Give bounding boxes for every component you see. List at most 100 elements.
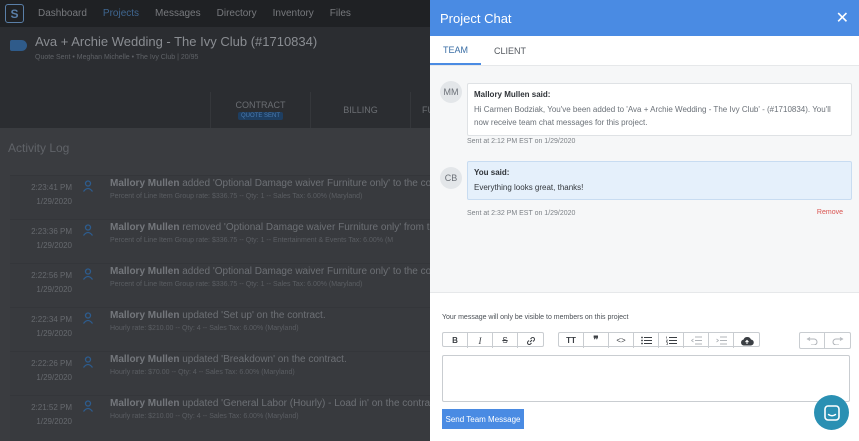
log-message: Mallory Mullen removed 'Optional Damage …	[110, 222, 435, 233]
activity-section: Activity Log 2:23:41 PM 1/29/2020 Mallor…	[0, 128, 435, 441]
nav-dashboard[interactable]: Dashboard	[38, 8, 87, 19]
log-detail: Percent of Line Item Group rate: $336.75…	[110, 281, 363, 288]
redo-button[interactable]	[825, 333, 850, 348]
message-list: MM Mallory Mullen said: Hi Carmen Bodzia…	[430, 66, 859, 292]
nav-messages[interactable]: Messages	[155, 8, 201, 19]
quote-button[interactable]: ❞	[584, 333, 609, 348]
editor-toolbar: B I S TT ❞ <>	[442, 332, 774, 348]
chat-support-button[interactable]	[814, 395, 849, 430]
log-time: 2:22:26 PM	[31, 359, 72, 368]
log-date: 1/29/2020	[36, 285, 72, 294]
log-action: added 'Optional Damage waiver Furniture …	[182, 266, 432, 277]
log-date: 1/29/2020	[36, 241, 72, 250]
project-header: Ava + Archie Wedding - The Ivy Club (#17…	[0, 27, 439, 128]
heading-button[interactable]: TT	[559, 333, 584, 348]
log-detail: Hourly rate: $210.00 -- Qty: 4 -- Sales …	[110, 413, 299, 420]
message-composer: Your message will only be visible to mem…	[430, 292, 859, 441]
log-row: 2:23:41 PM 1/29/2020 Mallory Mullen adde…	[10, 175, 432, 219]
top-navigation: S Dashboard Projects Messages Directory …	[0, 0, 430, 27]
outdent-icon	[690, 336, 702, 345]
project-chat-panel: Project Chat ✕ TEAM CLIENT MM Mallory Mu…	[430, 0, 859, 441]
app-logo[interactable]: S	[5, 4, 24, 23]
log-detail: Hourly rate: $210.00 -- Qty: 4 -- Sales …	[110, 325, 299, 332]
nav-directory[interactable]: Directory	[217, 8, 257, 19]
log-time: 2:22:56 PM	[31, 271, 72, 280]
close-icon[interactable]: ✕	[836, 8, 849, 28]
redo-icon	[832, 336, 843, 345]
quote-sent-badge: QUOTE SENT	[237, 112, 283, 120]
tab-billing[interactable]: BILLING	[310, 92, 410, 128]
log-message: Mallory Mullen updated 'General Labor (H…	[110, 398, 430, 409]
avatar: MM	[440, 81, 462, 103]
message-author: Mallory Mullen said:	[474, 90, 551, 99]
log-user: Mallory Mullen	[110, 354, 180, 365]
nav-inventory[interactable]: Inventory	[273, 8, 314, 19]
message-bubble: You said: Everything looks great, thanks…	[467, 161, 852, 200]
user-icon	[82, 356, 94, 368]
project-tabs: CONTRACT QUOTE SENT BILLING FUL	[210, 92, 450, 128]
undo-icon	[806, 336, 818, 345]
log-date: 1/29/2020	[36, 417, 72, 426]
log-time: 2:23:41 PM	[31, 183, 72, 192]
code-button[interactable]: <>	[609, 333, 634, 348]
log-time: 2:22:34 PM	[31, 315, 72, 324]
numbered-list-button[interactable]	[659, 333, 684, 348]
log-user: Mallory Mullen	[110, 222, 180, 233]
tab-contract[interactable]: CONTRACT QUOTE SENT	[210, 92, 310, 128]
log-user: Mallory Mullen	[110, 266, 180, 277]
tab-contract-label: CONTRACT	[235, 100, 286, 110]
log-row: 2:22:34 PM 1/29/2020 Mallory Mullen upda…	[10, 307, 430, 351]
message-timestamp: Sent at 2:32 PM EST on 1/29/2020	[467, 210, 576, 217]
chat-title: Project Chat	[440, 10, 512, 26]
activity-log-list: 2:23:41 PM 1/29/2020 Mallory Mullen adde…	[10, 175, 435, 441]
bullet-list-icon	[640, 336, 652, 345]
indent-button[interactable]	[709, 333, 734, 348]
log-date: 1/29/2020	[36, 197, 72, 206]
remove-message-link[interactable]: Remove	[817, 209, 843, 216]
user-icon	[82, 400, 94, 412]
app-page: S Dashboard Projects Messages Directory …	[0, 0, 859, 441]
link-button[interactable]	[518, 333, 543, 348]
log-action: updated 'Breakdown' on the contract.	[182, 354, 347, 365]
toolbar-group-format: B I S	[442, 332, 544, 348]
project-tag-icon	[10, 40, 27, 51]
log-action: added 'Optional Damage waiver Furniture …	[182, 178, 432, 189]
strikethrough-button[interactable]: S	[493, 333, 518, 348]
log-action: removed 'Optional Damage waiver Furnitur…	[182, 222, 436, 233]
log-row: 2:23:36 PM 1/29/2020 Mallory Mullen remo…	[10, 219, 435, 263]
undo-button[interactable]	[800, 333, 825, 348]
send-team-message-button[interactable]: Send Team Message	[442, 409, 524, 429]
log-row: 2:22:56 PM 1/29/2020 Mallory Mullen adde…	[10, 263, 432, 307]
toolbar-group-block: TT ❞ <>	[558, 332, 760, 348]
log-message: Mallory Mullen updated 'Breakdown' on th…	[110, 354, 347, 365]
message-text: Hi Carmen Bodziak, You've been added to …	[474, 105, 831, 127]
link-icon	[526, 336, 535, 345]
chat-header: Project Chat ✕	[430, 0, 859, 36]
log-detail: Hourly rate: $70.00 -- Qty: 4 -- Sales T…	[110, 369, 295, 376]
log-time: 2:21:52 PM	[31, 403, 72, 412]
log-user: Mallory Mullen	[110, 178, 180, 189]
tab-team[interactable]: TEAM	[430, 36, 482, 65]
log-user: Mallory Mullen	[110, 398, 180, 409]
log-row: 2:21:52 PM 1/29/2020 Mallory Mullen upda…	[10, 395, 430, 439]
bullet-list-button[interactable]	[634, 333, 659, 348]
log-detail: Percent of Line Item Group rate: $336.75…	[110, 237, 394, 244]
log-action: updated 'General Labor (Hourly) - Load i…	[182, 398, 431, 409]
message-input[interactable]	[442, 355, 850, 402]
indent-icon	[715, 336, 727, 345]
outdent-button[interactable]	[684, 333, 709, 348]
toolbar-group-history	[799, 332, 851, 349]
tab-client[interactable]: CLIENT	[481, 36, 539, 65]
bold-button[interactable]: B	[443, 333, 468, 348]
log-row: 2:22:26 PM 1/29/2020 Mallory Mullen upda…	[10, 351, 430, 395]
nav-files[interactable]: Files	[330, 8, 351, 19]
message-bubble: Mallory Mullen said: Hi Carmen Bodziak, …	[467, 83, 852, 136]
nav-projects[interactable]: Projects	[103, 8, 139, 19]
user-icon	[82, 180, 94, 192]
chat-tabs: TEAM CLIENT	[430, 36, 859, 66]
upload-button[interactable]	[734, 333, 759, 348]
italic-button[interactable]: I	[468, 333, 493, 348]
log-message: Mallory Mullen updated 'Set up' on the c…	[110, 310, 326, 321]
user-icon	[82, 224, 94, 236]
chat-bubble-icon	[823, 404, 840, 421]
